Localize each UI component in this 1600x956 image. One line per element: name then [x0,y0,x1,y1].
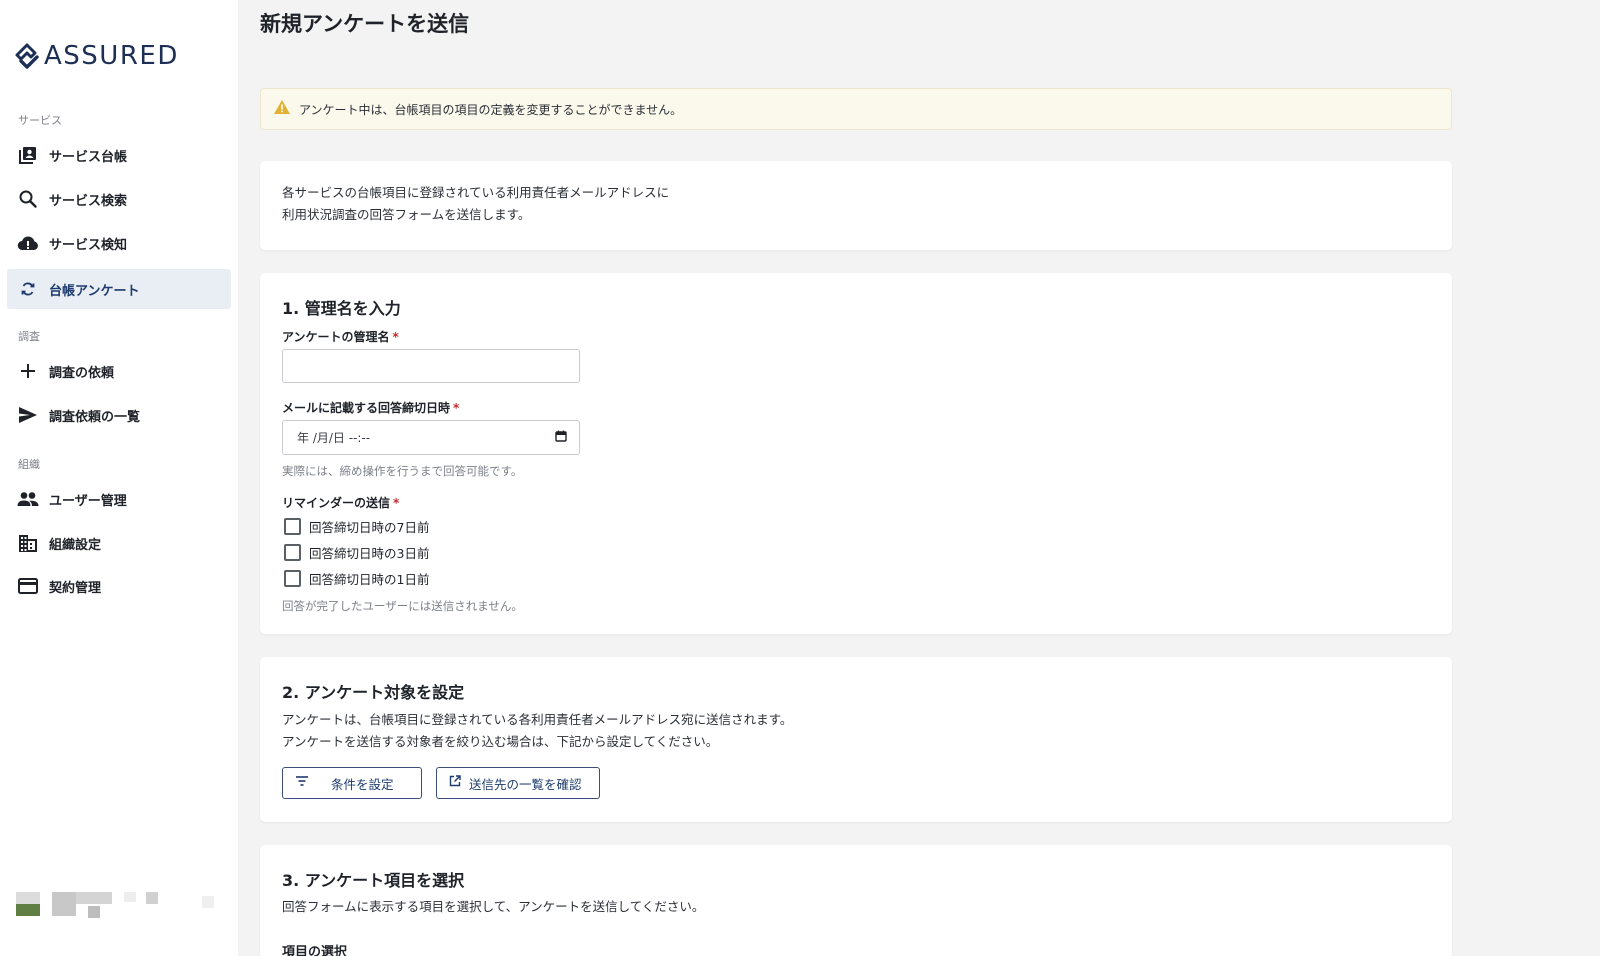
warning-icon [273,99,291,119]
user-avatar[interactable] [16,892,226,932]
credit-card-icon [17,575,39,597]
people-icon [17,488,39,510]
required-mark: * [393,496,400,510]
sidebar-item-label: 調査の依頼 [49,365,115,381]
sidebar-item-label: 組織設定 [49,537,102,553]
reminder-label-text: リマインダーの送信 [282,496,391,510]
section-2-desc-line-2: アンケートを送信する対象者を絞り込む場合は、下記から設定してください。 [282,734,719,749]
calendar-icon[interactable] [555,430,567,446]
view-recipients-button[interactable]: 送信先の一覧を確認 [436,767,600,799]
intro-card: 各サービスの台帳項目に登録されている利用責任者メールアドレスに 利用状況調査の回… [260,161,1452,250]
reminder-3-days-label: 回答締切日時の3日前 [309,546,430,561]
item-selection-label: 項目の選択 [282,945,348,956]
send-icon [17,404,39,426]
reminder-7-days-label: 回答締切日時の7日前 [309,520,430,535]
set-filter-button[interactable]: 条件を設定 [282,767,422,799]
search-icon [17,188,39,210]
required-mark: * [392,330,399,344]
reminder-3-days-checkbox[interactable] [284,544,301,561]
survey-name-input[interactable] [282,349,580,383]
intro-text: 各サービスの台帳項目に登録されている利用責任者メールアドレスに 利用状況調査の回… [282,182,669,226]
warning-alert: アンケート中は、台帳項目の項目の定義を変更することができません。 [260,88,1452,130]
required-mark: * [453,401,460,415]
sidebar-item-service-ledger[interactable]: サービス台帳 [7,135,231,175]
plus-icon [17,360,39,382]
deadline-help-text: 実際には、締め操作を行うまで回答可能です。 [282,464,523,478]
reminder-1-day-checkbox[interactable] [284,570,301,587]
set-filter-label: 条件を設定 [331,776,394,792]
section-3-description: 回答フォームに表示する項目を選択して、アンケートを送信してください。 [282,899,705,914]
sidebar-item-service-detection[interactable]: サービス検知 [7,223,231,263]
sidebar-item-label: ユーザー管理 [49,493,127,509]
page-title: 新規アンケートを送信 [260,12,470,36]
external-link-icon [449,775,461,791]
sidebar-item-request-list[interactable]: 調査依頼の一覧 [7,395,231,435]
sidebar-item-label: サービス検索 [49,193,128,209]
sidebar-item-user-management[interactable]: ユーザー管理 [7,479,231,519]
reminder-7-days-checkbox-row[interactable]: 回答締切日時の7日前 [284,517,429,536]
section-target-card: 2. アンケート対象を設定 アンケートは、台帳項目に登録されている各利用責任者メ… [260,657,1452,822]
sidebar-item-label: サービス検知 [49,237,128,253]
deadline-label-text: メールに記載する回答締切日時 [282,401,451,415]
sidebar-item-organization-settings[interactable]: 組織設定 [7,523,231,563]
main-content: 新規アンケートを送信 アンケート中は、台帳項目の項目の定義を変更することができま… [260,0,1452,956]
brand-name: ASSURED [44,41,179,71]
reminder-label: リマインダーの送信 * [282,494,399,511]
survey-name-label-text: アンケートの管理名 [282,330,390,344]
sidebar-item-label: サービス台帳 [49,149,128,165]
nav-section-organization: 組織 [18,458,40,471]
sidebar-item-label: 契約管理 [49,580,102,596]
library-icon [17,144,39,166]
nav-section-service: サービス [18,114,62,127]
deadline-value: 年 /月/日 --:-- [297,431,371,445]
reminder-help-text: 回答が完了したユーザーには送信されません。 [282,599,523,613]
section-2-title: 2. アンケート対象を設定 [282,683,465,702]
reminder-1-day-checkbox-row[interactable]: 回答締切日時の1日前 [284,569,429,588]
section-name-card: 1. 管理名を入力 アンケートの管理名 * メールに記載する回答締切日時 * 年 /… [260,273,1452,634]
section-1-title: 1. 管理名を入力 [282,299,401,318]
reminder-3-days-checkbox-row[interactable]: 回答締切日時の3日前 [284,543,429,562]
sidebar-item-label: 調査依頼の一覧 [49,409,141,425]
reminder-1-day-label: 回答締切日時の1日前 [309,572,430,587]
filter-icon [295,775,309,791]
sidebar-item-contract-management[interactable]: 契約管理 [7,566,231,606]
deadline-label: メールに記載する回答締切日時 * [282,399,459,416]
sidebar-item-service-search[interactable]: サービス検索 [7,179,231,219]
sync-icon [17,278,39,300]
brand-logo[interactable]: ASSURED [14,40,179,72]
reminder-7-days-checkbox[interactable] [284,518,301,535]
nav-section-survey: 調査 [18,330,40,343]
view-recipients-label: 送信先の一覧を確認 [469,776,582,792]
deadline-datetime-input[interactable]: 年 /月/日 --:-- [282,420,580,455]
intro-line-1: 各サービスの台帳項目に登録されている利用責任者メールアドレスに [282,185,670,200]
building-icon [17,532,39,554]
cloud-alert-icon [17,232,39,254]
section-2-desc-line-1: アンケートは、台帳項目に登録されている各利用責任者メールアドレス宛に送信されます… [282,712,793,727]
section-items-card: 3. アンケート項目を選択 回答フォームに表示する項目を選択して、アンケートを送… [260,845,1452,956]
intro-line-2: 利用状況調査の回答フォームを送信します。 [282,207,531,222]
sidebar-item-ledger-survey[interactable]: 台帳アンケート [7,269,231,309]
sidebar: ASSURED サービス サービス台帳 サービス検索 サービス検知 台帳アンケー… [0,0,238,956]
sidebar-item-request-survey[interactable]: 調査の依頼 [7,351,231,391]
section-2-description: アンケートは、台帳項目に登録されている各利用責任者メールアドレス宛に送信されます… [282,709,792,753]
logo-mark-icon [14,43,40,69]
alert-text: アンケート中は、台帳項目の項目の定義を変更することができません。 [299,102,683,117]
sidebar-item-label: 台帳アンケート [49,283,140,299]
survey-name-label: アンケートの管理名 * [282,328,399,345]
section-3-title: 3. アンケート項目を選択 [282,871,465,890]
